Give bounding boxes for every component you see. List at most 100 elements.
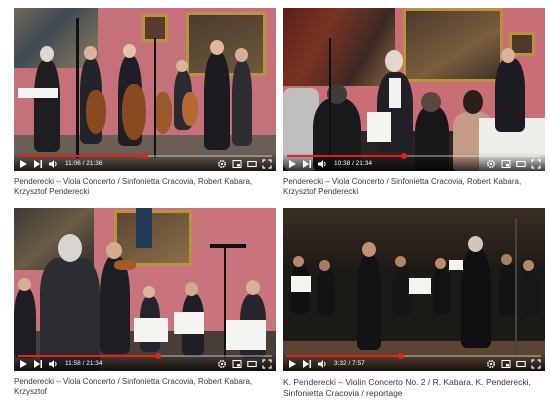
microphone-stand [154, 38, 156, 158]
video-card-3[interactable]: 11:58 / 21:34 Penderecki – Viola Concert… [14, 208, 276, 397]
progress-bar[interactable] [287, 353, 541, 359]
performer-head [385, 50, 403, 72]
performer-head [246, 280, 260, 295]
performer-head [435, 258, 446, 269]
cello [122, 84, 146, 140]
conductor [461, 248, 491, 348]
next-icon[interactable] [302, 159, 312, 169]
theater-icon[interactable] [247, 359, 257, 369]
next-icon[interactable] [302, 359, 312, 369]
performer [495, 58, 525, 132]
settings-icon[interactable] [217, 359, 227, 369]
cello [154, 92, 172, 134]
progress-bar[interactable] [18, 153, 272, 159]
theater-icon[interactable] [516, 359, 526, 369]
performer-head [501, 48, 515, 63]
miniplayer-icon[interactable] [501, 159, 511, 169]
miniplayer-icon[interactable] [501, 359, 511, 369]
progress-knob[interactable] [400, 153, 407, 159]
performer-head [176, 60, 188, 72]
progress-fill [287, 355, 402, 357]
play-icon[interactable] [287, 359, 297, 369]
time-display: 3:32 / 7:57 [334, 360, 365, 367]
video-title[interactable]: Penderecki – Viola Concerto / Sinfoniett… [14, 377, 276, 397]
cello [86, 90, 106, 134]
miniplayer-icon[interactable] [232, 359, 242, 369]
performer-head [523, 260, 534, 271]
flag [136, 208, 152, 248]
performer-head [235, 48, 248, 62]
performer-head [84, 46, 97, 60]
video-card-1[interactable]: 11:06 / 21:36 Penderecki – Viola Concert… [14, 8, 276, 197]
miniplayer-icon[interactable] [232, 159, 242, 169]
video-player-3[interactable]: 11:58 / 21:34 [14, 208, 276, 371]
progress-fill [18, 355, 158, 357]
performer-head [501, 254, 512, 265]
video-player-4[interactable]: 3:32 / 7:57 [283, 208, 545, 371]
volume-icon[interactable] [48, 159, 58, 169]
volume-icon[interactable] [317, 159, 327, 169]
audience-head [463, 90, 483, 114]
player-controls: 10:38 / 21:34 [283, 153, 545, 171]
music-sheet [174, 312, 204, 334]
performer [34, 60, 60, 152]
video-title[interactable]: Penderecki – Viola Concerto / Sinfoniett… [14, 177, 276, 197]
progress-knob[interactable] [398, 353, 405, 359]
performer-head [143, 286, 155, 298]
progress-bar[interactable] [18, 353, 272, 359]
player-controls: 3:32 / 7:57 [283, 353, 545, 371]
music-sheet [367, 112, 391, 142]
performer-head [106, 242, 122, 259]
video-player-1[interactable]: 11:06 / 21:36 [14, 8, 276, 171]
music-sheet [226, 320, 266, 350]
theater-icon[interactable] [247, 159, 257, 169]
audience-head [421, 92, 441, 112]
play-icon[interactable] [18, 359, 28, 369]
video-player-2[interactable]: 10:38 / 21:34 [283, 8, 545, 171]
theater-icon[interactable] [516, 159, 526, 169]
video-title[interactable]: K. Penderecki – Violin Concerto No. 2 / … [283, 377, 545, 398]
performer-head [293, 256, 304, 267]
progress-fill [287, 155, 404, 157]
painting [283, 8, 395, 86]
violin [114, 260, 136, 270]
video-card-2[interactable]: 10:38 / 21:34 Penderecki – Viola Concert… [283, 8, 545, 197]
painting-frame [403, 8, 503, 82]
music-sheet [449, 260, 463, 270]
microphone-stand [76, 18, 79, 158]
volume-icon[interactable] [317, 359, 327, 369]
performer-head [210, 40, 224, 55]
play-icon[interactable] [18, 159, 28, 169]
painting-frame [114, 210, 192, 266]
video-title[interactable]: Penderecki – Viola Concerto / Sinfoniett… [283, 177, 545, 197]
shirt [389, 78, 401, 108]
performer [232, 60, 252, 146]
settings-icon[interactable] [486, 159, 496, 169]
performer [521, 268, 539, 316]
music-sheet [18, 88, 58, 98]
next-icon[interactable] [33, 359, 43, 369]
microphone [210, 244, 246, 248]
fullscreen-icon[interactable] [531, 159, 541, 169]
music-sheet [134, 318, 168, 342]
progress-knob[interactable] [154, 353, 161, 359]
performer [14, 288, 36, 358]
performer [433, 266, 451, 314]
video-card-4[interactable]: 3:32 / 7:57 K. Penderecki – Violin Conce… [283, 208, 545, 398]
microphone-stand [329, 38, 331, 158]
microphone-stand [515, 218, 517, 358]
time-display: 10:38 / 21:34 [334, 160, 372, 167]
next-icon[interactable] [33, 159, 43, 169]
conductor-head [58, 234, 82, 262]
settings-icon[interactable] [486, 359, 496, 369]
settings-icon[interactable] [217, 159, 227, 169]
fullscreen-icon[interactable] [531, 359, 541, 369]
progress-knob[interactable] [142, 153, 148, 159]
time-display: 11:06 / 21:36 [65, 160, 103, 167]
fullscreen-icon[interactable] [262, 359, 272, 369]
volume-icon[interactable] [48, 359, 58, 369]
music-sheet [291, 276, 311, 292]
progress-bar[interactable] [287, 153, 541, 159]
play-icon[interactable] [287, 159, 297, 169]
fullscreen-icon[interactable] [262, 159, 272, 169]
